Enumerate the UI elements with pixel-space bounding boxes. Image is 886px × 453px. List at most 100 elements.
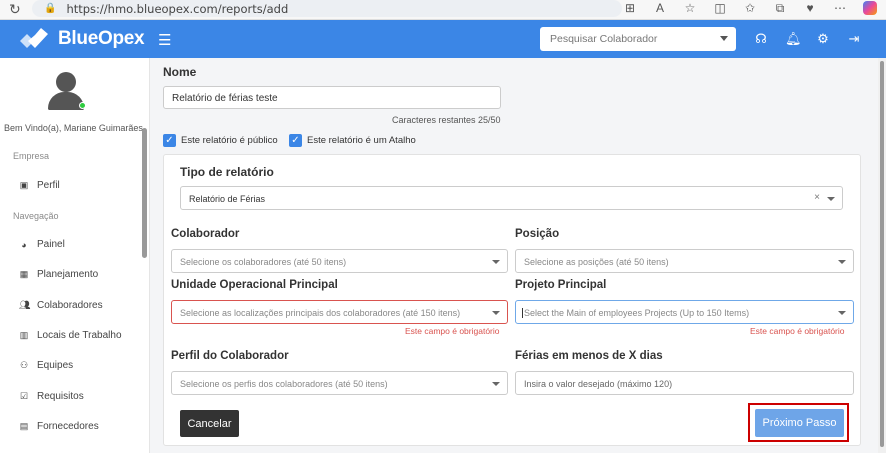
- apps-icon[interactable]: ⊞: [622, 1, 638, 18]
- sidebar-item-label: Equipes: [37, 360, 74, 371]
- sidebar-item-equipes[interactable]: ⚇ Equipes: [19, 360, 73, 371]
- operational-unit-error: Este campo é obrigatório: [405, 326, 500, 336]
- shortcut-checkbox-label: Este relatório é um Atalho: [307, 135, 416, 146]
- browser-toolbar: ↻ 🔒 https://hmo.blueopex.com/reports/add…: [0, 0, 886, 20]
- collaborator-label: Colaborador: [171, 228, 240, 240]
- collaborator-profile-select[interactable]: Selecione os perfis dos colaboradores (a…: [171, 371, 508, 395]
- online-status-dot: [79, 102, 86, 109]
- chevron-down-icon: [492, 260, 500, 264]
- sidebar-item-perfil[interactable]: ▣ Perfil: [19, 180, 60, 191]
- sidebar-item-label: Requisitos: [37, 391, 84, 402]
- menu-toggle-icon[interactable]: ☰: [158, 31, 171, 49]
- main-project-select[interactable]: Select the Main of employees Projects (U…: [515, 300, 854, 324]
- collaborator-profile-placeholder: Selecione os perfis dos colaboradores (a…: [180, 379, 388, 389]
- favorite-icon[interactable]: ☆: [682, 1, 698, 18]
- chevron-down-icon: [492, 382, 500, 386]
- id-card-icon: ▣: [19, 180, 29, 190]
- clear-icon[interactable]: ×: [814, 192, 820, 203]
- chevron-down-icon: [838, 311, 846, 315]
- collaborator-profile-label: Perfil do Colaborador: [171, 350, 289, 362]
- chevron-down-icon: [492, 311, 500, 315]
- avatar[interactable]: [48, 72, 86, 112]
- vacation-days-label: Férias em menos de X dias: [515, 350, 663, 362]
- main-project-label: Projeto Principal: [515, 279, 607, 291]
- bell-icon[interactable]: 🔔︎: [785, 31, 802, 47]
- sidebar-item-label: Fornecedores: [37, 421, 99, 432]
- name-label: Nome: [163, 65, 197, 79]
- cancel-button[interactable]: Cancelar: [180, 410, 239, 437]
- sidebar-item-label: Planejamento: [37, 269, 99, 280]
- chevron-down-icon: [720, 36, 728, 41]
- section-title-company: Empresa: [13, 151, 50, 161]
- browser-actions: ⊞ A ☆ ◫ ✩ ⧉ ♥ ⋯: [622, 1, 878, 18]
- page-scrollbar[interactable]: [878, 58, 886, 453]
- position-select[interactable]: Selecione as posições (até 50 itens): [515, 249, 854, 273]
- briefcase-icon: ▤: [19, 421, 29, 431]
- address-bar[interactable]: 🔒 https://hmo.blueopex.com/reports/add: [32, 0, 622, 17]
- collaborator-placeholder: Selecione os colaboradores (até 50 itens…: [180, 257, 347, 267]
- sidebar-item-fornecedores[interactable]: ▤ Fornecedores: [19, 421, 99, 432]
- search-placeholder: Pesquisar Colaborador: [550, 33, 658, 45]
- header-actions: ☊ 🔔︎ ⚙ ⇥: [754, 31, 861, 47]
- shortcut-checkbox-row[interactable]: ✓ Este relatório é um Atalho: [289, 134, 416, 147]
- calendar-icon: ▦: [19, 269, 29, 279]
- avatar-head: [56, 72, 76, 92]
- sidebar-item-colaboradores[interactable]: 👥︎ Colaboradores: [19, 300, 103, 311]
- checkbox-icon: ☑: [19, 391, 29, 401]
- chars-remaining: Caracteres restantes 25/50: [392, 115, 501, 125]
- public-checkbox[interactable]: ✓: [163, 134, 176, 147]
- users-icon: 👥︎: [19, 300, 31, 310]
- more-icon[interactable]: ⋯: [832, 1, 848, 18]
- url-text: https://hmo.blueopex.com/reports/add: [66, 1, 289, 16]
- app-header: BlueOpex ☰ Pesquisar Colaborador ☊ 🔔︎ ⚙ …: [0, 20, 886, 58]
- page-scrollbar-thumb[interactable]: [880, 61, 884, 447]
- operational-unit-placeholder: Selecione as localizações principais dos…: [180, 308, 461, 318]
- sidebar-item-locais-de-trabalho[interactable]: ▥ Locais de Trabalho: [19, 330, 122, 341]
- operational-unit-select[interactable]: Selecione as localizações principais dos…: [171, 300, 508, 324]
- chevron-down-icon: [838, 260, 846, 264]
- welcome-text: Bem Vindo(a), Mariane Guimarães: [4, 123, 143, 133]
- next-step-button[interactable]: Próximo Passo: [755, 409, 844, 437]
- sidebar-item-planejamento[interactable]: ▦ Planejamento: [19, 269, 98, 280]
- shortcut-checkbox[interactable]: ✓: [289, 134, 302, 147]
- sidebar-item-label: Perfil: [37, 180, 60, 191]
- public-checkbox-row[interactable]: ✓ Este relatório é público: [163, 134, 278, 147]
- support-icon[interactable]: ☊: [754, 31, 768, 47]
- operational-unit-label: Unidade Operacional Principal: [171, 279, 338, 291]
- sidebar-item-painel[interactable]: ◕ Painel: [19, 239, 65, 250]
- sidebar-item-label: Colaboradores: [37, 300, 103, 311]
- split-screen-icon[interactable]: ◫: [712, 1, 728, 18]
- chevron-down-icon: [827, 197, 835, 201]
- sidebar-item-requisitos[interactable]: ☑ Requisitos: [19, 391, 84, 402]
- sidebar-item-label: Locais de Trabalho: [37, 330, 122, 341]
- main-project-placeholder: Select the Main of employees Projects (U…: [522, 308, 750, 318]
- vacation-days-input[interactable]: Insira o valor desejado (máximo 120): [515, 371, 854, 395]
- team-icon: ⚇: [19, 360, 29, 370]
- brand-logo[interactable]: BlueOpex: [18, 28, 145, 50]
- report-type-label: Tipo de relatório: [180, 165, 274, 179]
- report-type-select[interactable]: Relatório de Férias ×: [180, 186, 843, 210]
- copilot-icon[interactable]: [862, 1, 878, 18]
- collections-icon[interactable]: ⧉: [772, 1, 788, 18]
- collaborator-search-select[interactable]: Pesquisar Colaborador: [540, 27, 736, 51]
- reload-icon[interactable]: ↻: [9, 1, 21, 18]
- position-label: Posição: [515, 228, 560, 240]
- building-icon: ▥: [19, 330, 29, 340]
- collaborator-select[interactable]: Selecione os colaboradores (até 50 itens…: [171, 249, 508, 273]
- sidebar: Bem Vindo(a), Mariane Guimarães Empresa …: [0, 58, 150, 453]
- position-placeholder: Selecione as posições (até 50 itens): [524, 257, 669, 267]
- report-name-input[interactable]: Relatório de férias teste: [163, 86, 501, 109]
- main-project-error: Este campo é obrigatório: [750, 326, 845, 336]
- logout-icon[interactable]: ⇥: [847, 31, 861, 47]
- favorites-bar-icon[interactable]: ✩: [742, 1, 758, 18]
- sidebar-scrollbar[interactable]: [142, 128, 147, 258]
- dashboard-icon: ◕: [21, 239, 27, 250]
- report-type-value: Relatório de Férias: [189, 194, 266, 204]
- lock-icon: 🔒: [44, 3, 57, 14]
- extensions-icon[interactable]: ♥: [802, 1, 818, 18]
- logo-icon: [20, 28, 48, 48]
- gear-icon[interactable]: ⚙: [816, 31, 830, 47]
- read-aloud-icon[interactable]: A: [652, 1, 668, 18]
- public-checkbox-label: Este relatório é público: [181, 135, 278, 146]
- section-title-navigation: Navegação: [13, 211, 59, 221]
